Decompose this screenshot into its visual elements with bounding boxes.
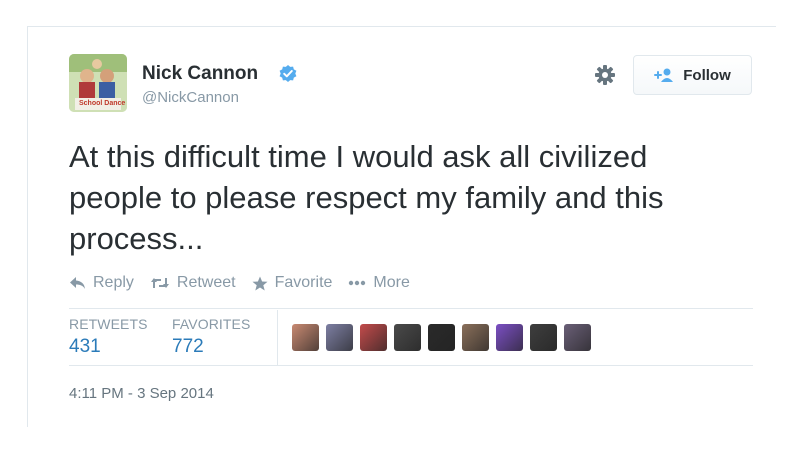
verified-badge-icon xyxy=(279,65,297,82)
favorite-button[interactable]: Favorite xyxy=(252,274,333,292)
more-dots-icon xyxy=(349,280,366,286)
favoriter-avatar[interactable] xyxy=(326,324,353,351)
favoriter-avatar[interactable] xyxy=(360,324,387,351)
follow-label: Follow xyxy=(683,66,731,84)
reply-label: Reply xyxy=(93,274,134,291)
gear-icon[interactable] xyxy=(594,64,616,86)
favoriter-avatar[interactable] xyxy=(394,324,421,351)
favorites-stat[interactable]: FAVORITES 772 xyxy=(172,316,250,358)
tweet-actions: Reply Retweet Favorite More xyxy=(69,274,426,292)
divider-bottom xyxy=(69,365,753,366)
retweets-label: RETWEETS xyxy=(69,316,148,332)
tweet-text: At this difficult time I would ask all c… xyxy=(69,139,664,256)
follow-button[interactable]: Follow xyxy=(633,55,752,95)
more-label: More xyxy=(373,274,410,291)
favoriter-avatar[interactable] xyxy=(462,324,489,351)
star-icon xyxy=(252,276,268,290)
favorites-label: FAVORITES xyxy=(172,316,251,332)
avatar-caption: School Dance xyxy=(79,100,126,107)
favoriter-avatar[interactable] xyxy=(564,324,591,351)
favorite-label: Favorite xyxy=(274,274,333,291)
favoriter-avatar[interactable] xyxy=(428,324,455,351)
favoriter-avatar[interactable] xyxy=(496,324,523,351)
favoriter-avatar[interactable] xyxy=(530,324,557,351)
retweet-icon xyxy=(150,278,169,288)
favoriter-avatar[interactable] xyxy=(292,324,319,351)
user-handle[interactable]: @NickCannon xyxy=(142,89,239,106)
retweets-count: 431 xyxy=(69,336,101,357)
more-button[interactable]: More xyxy=(348,274,410,292)
tweet-timestamp[interactable]: 4:11 PM - 3 Sep 2014 xyxy=(69,385,214,402)
reply-button[interactable]: Reply xyxy=(69,274,134,292)
divider-top xyxy=(69,308,753,309)
reply-icon xyxy=(70,277,85,289)
retweet-label: Retweet xyxy=(176,274,236,291)
favorites-count: 772 xyxy=(172,336,204,357)
user-name[interactable]: Nick Cannon xyxy=(142,63,258,85)
favoriter-avatars xyxy=(292,324,591,351)
retweet-button[interactable]: Retweet xyxy=(150,274,236,292)
stats-separator xyxy=(277,310,278,366)
add-user-icon xyxy=(654,68,674,82)
retweets-stat[interactable]: RETWEETS 431 xyxy=(69,316,148,358)
